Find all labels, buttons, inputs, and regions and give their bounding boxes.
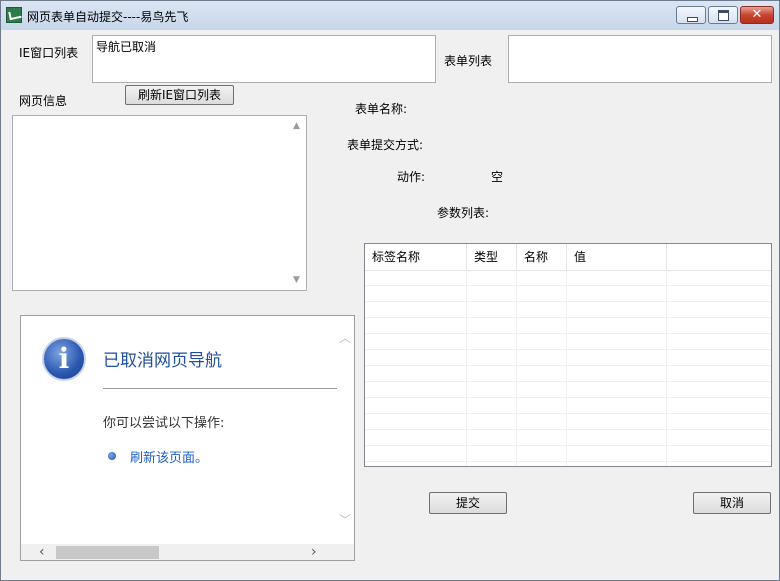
ie-window-list-label: IE窗口列表 [19, 46, 79, 60]
maximize-icon [709, 7, 737, 23]
scroll-thumb[interactable] [56, 546, 159, 559]
column-header-value[interactable]: 值 [567, 244, 667, 270]
scroll-down-icon[interactable]: ▼ [293, 276, 300, 285]
table-row [365, 270, 771, 286]
column-divider [566, 270, 567, 466]
close-icon: ✕ [751, 7, 763, 22]
table-row [365, 430, 771, 446]
submit-button[interactable]: 提交 [429, 492, 507, 514]
ie-window-list-item[interactable]: 导航已取消 [96, 38, 156, 55]
title-bar[interactable]: 网页表单自动提交----易鸟先飞 ✕ [1, 1, 779, 30]
column-divider [466, 270, 467, 466]
table-row [365, 382, 771, 398]
column-header-name[interactable]: 名称 [517, 244, 567, 270]
scroll-up-icon[interactable]: ︿ [339, 332, 351, 344]
column-header-type[interactable]: 类型 [467, 244, 517, 270]
form-list-label: 表单列表 [444, 54, 493, 68]
scroll-down-icon[interactable]: ﹀ [339, 514, 351, 526]
refresh-ie-window-list-button[interactable]: 刷新IE窗口列表 [125, 85, 234, 105]
form-submit-method-label: 表单提交方式: [347, 138, 424, 152]
page-info-box[interactable]: ▲ ▼ [12, 115, 307, 291]
app-icon [6, 7, 22, 23]
embedded-browser[interactable]: i 已取消网页导航 你可以尝试以下操作: 刷新该页面。 ︿ ﹀ ‹ › [20, 315, 355, 561]
suggestion-text: 你可以尝试以下操作: [103, 416, 225, 431]
form-name-label: 表单名称: [355, 102, 408, 116]
ie-window-list-box[interactable]: 导航已取消 [92, 35, 436, 83]
table-row [365, 414, 771, 430]
minimize-button[interactable] [676, 6, 706, 24]
column-divider [666, 270, 667, 466]
table-row [365, 302, 771, 318]
bullet-icon [108, 452, 116, 460]
info-icon: i [42, 337, 86, 381]
heading-divider [103, 388, 337, 389]
cancel-button[interactable]: 取消 [693, 492, 771, 514]
table-row [365, 366, 771, 382]
table-row [365, 286, 771, 302]
close-button[interactable]: ✕ [740, 6, 774, 24]
scroll-left-icon[interactable]: ‹ [39, 544, 45, 560]
minimize-icon [677, 7, 705, 23]
scroll-right-icon[interactable]: › [311, 544, 317, 560]
window-title: 网页表单自动提交----易鸟先飞 [27, 10, 189, 24]
horizontal-scrollbar[interactable]: ‹ › [21, 544, 354, 560]
action-label: 动作: [397, 170, 426, 184]
scroll-up-icon[interactable]: ▲ [293, 122, 300, 131]
table-row [365, 318, 771, 334]
params-table-header: 标签名称 类型 名称 值 [365, 244, 771, 271]
action-value: 空 [491, 170, 504, 184]
navigation-canceled-heading: 已取消网页导航 [103, 351, 222, 371]
table-row [365, 398, 771, 414]
page-info-label: 网页信息 [19, 94, 68, 108]
table-row [365, 350, 771, 366]
refresh-page-link[interactable]: 刷新该页面。 [130, 447, 208, 466]
column-divider [516, 270, 517, 466]
main-window: 网页表单自动提交----易鸟先飞 ✕ IE窗口列表 导航已取消 刷新IE窗口列表… [0, 0, 780, 581]
table-row [365, 334, 771, 350]
form-list-box[interactable] [508, 35, 772, 83]
params-list-label: 参数列表: [437, 206, 490, 220]
params-table[interactable]: 标签名称 类型 名称 值 [364, 243, 772, 467]
table-row [365, 446, 771, 462]
maximize-button[interactable] [708, 6, 738, 24]
column-header-tag-name[interactable]: 标签名称 [365, 244, 467, 270]
